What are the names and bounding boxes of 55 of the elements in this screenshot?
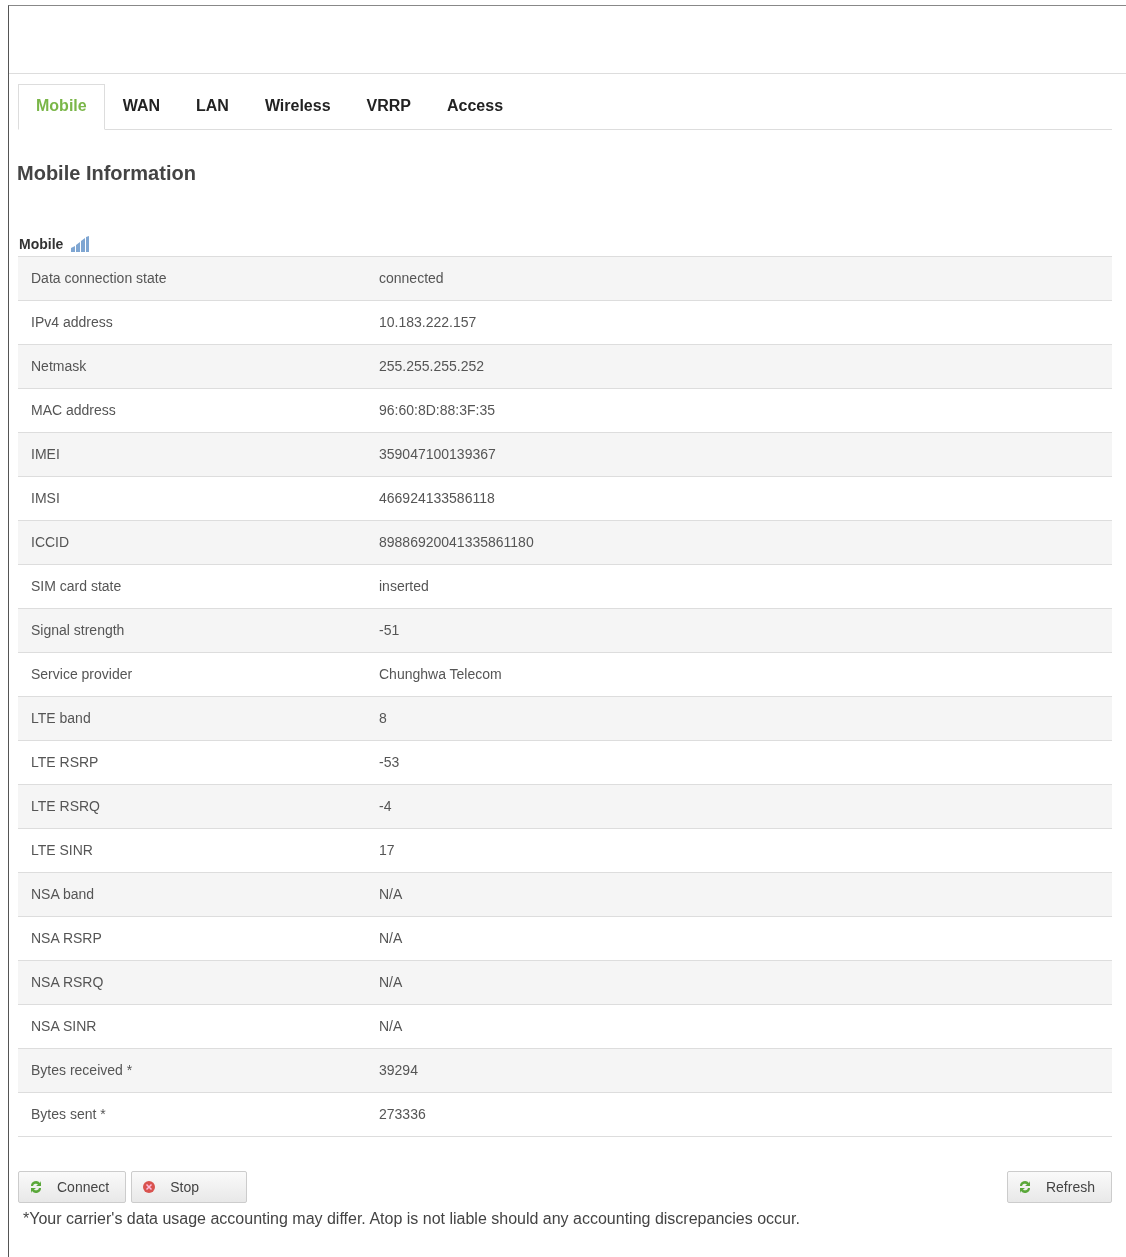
field-value: N/A <box>379 973 403 992</box>
field-value: 359047100139367 <box>379 445 496 464</box>
action-button[interactable]: Refresh <box>1006 1171 1112 1203</box>
field-label: SIM card state <box>31 578 122 594</box>
field-value: 10.183.222.157 <box>379 313 477 332</box>
field-value: 466924133586118 <box>379 489 495 508</box>
field-value: connected <box>379 269 444 288</box>
field-value: N/A <box>379 885 403 904</box>
field-label: LTE band <box>31 710 91 726</box>
field-value: 89886920041335861180 <box>379 533 534 552</box>
section-title: Mobile <box>19 234 64 254</box>
field-label: IPv4 address <box>31 314 113 330</box>
page-heading: Mobile Information <box>17 161 197 186</box>
tab[interactable]: WAN <box>104 84 178 130</box>
field-label: Netmask <box>31 358 87 374</box>
signal-bars-icon <box>71 236 90 252</box>
field-value: 8 <box>379 709 387 728</box>
field-value: -4 <box>379 797 392 816</box>
tab[interactable]: LAN <box>178 84 247 130</box>
field-value: N/A <box>379 1017 403 1036</box>
field-value: N/A <box>379 929 403 948</box>
field-label: NSA RSRQ <box>31 974 104 990</box>
field-label: Bytes sent * <box>31 1106 106 1122</box>
tab[interactable]: VRRP <box>348 84 429 130</box>
field-label: IMEI <box>31 446 60 462</box>
field-value: inserted <box>379 577 429 596</box>
field-label: LTE RSRP <box>31 754 99 770</box>
field-value: -51 <box>379 621 400 640</box>
field-label: NSA band <box>31 886 95 902</box>
action-button[interactable]: Stop <box>131 1171 248 1203</box>
field-value: 17 <box>379 841 395 860</box>
field-label: LTE SINR <box>31 842 93 858</box>
tab[interactable]: Access <box>429 84 522 130</box>
stop-circle-icon <box>142 1180 157 1194</box>
field-label: MAC address <box>31 402 116 418</box>
refresh-arrows-icon <box>1017 1180 1032 1194</box>
field-label: NSA SINR <box>31 1018 97 1034</box>
field-label: Signal strength <box>31 622 125 638</box>
field-value: Chunghwa Telecom <box>379 665 502 684</box>
field-label: IMSI <box>31 490 60 506</box>
field-value: -53 <box>379 753 400 772</box>
field-value: 39294 <box>379 1061 418 1080</box>
field-value: 255.255.255.252 <box>379 357 485 376</box>
refresh-arrows-icon <box>29 1180 43 1194</box>
action-button[interactable]: Connect <box>18 1171 127 1203</box>
field-label: Data connection state <box>31 270 167 286</box>
field-value: 273336 <box>379 1105 426 1124</box>
field-label: Bytes received * <box>31 1062 133 1078</box>
footnote-text: *Your carrier's data usage accounting may differ. Atop is not liable should any accounting discrepancies occur. <box>23 1209 801 1229</box>
field-label: LTE RSRQ <box>31 798 100 814</box>
tab[interactable]: Wireless <box>246 84 349 130</box>
field-label: NSA RSRP <box>31 930 102 946</box>
field-label: Service provider <box>31 666 133 682</box>
field-label: ICCID <box>31 534 70 550</box>
field-value: 96:60:8D:88:3F:35 <box>379 401 495 420</box>
